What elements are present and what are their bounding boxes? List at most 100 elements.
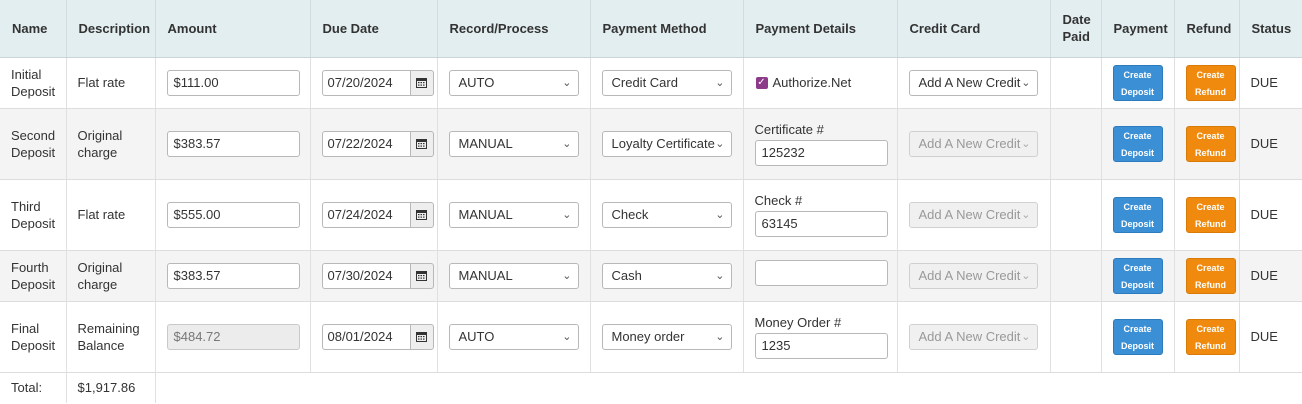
create-refund-button[interactable]: Create Refund	[1185, 257, 1236, 294]
create-deposit-button[interactable]: Create Deposit	[1112, 196, 1163, 233]
payment-details-input[interactable]	[754, 259, 888, 286]
payment-details-cell	[743, 250, 898, 302]
amount-input[interactable]: $383.57	[166, 262, 300, 289]
amount-cell: $555.00	[155, 179, 311, 251]
date-paid-cell	[1050, 179, 1102, 251]
credit-card-cell: Add A New Credit ⌄	[897, 108, 1051, 180]
date-paid-cell	[1050, 301, 1102, 373]
header-status: Status	[1239, 0, 1302, 58]
credit-card-value: Add A New Credit	[918, 328, 1021, 344]
header-date-paid: Date Paid	[1050, 0, 1102, 58]
chevron-down-icon: ⌄	[562, 208, 572, 221]
record-process-value: MANUAL	[458, 206, 513, 222]
record-process-select[interactable]: MANUAL ⌄	[448, 262, 579, 289]
row-name: Initial Deposit	[0, 57, 67, 109]
create-refund-button[interactable]: Create Refund	[1185, 318, 1236, 355]
chevron-down-icon: ⌄	[715, 137, 725, 150]
chevron-down-icon: ⌄	[1021, 76, 1031, 89]
due-date-cell: 07/24/2024	[310, 179, 438, 251]
due-date-picker[interactable]: 07/22/2024	[321, 130, 434, 157]
money-order-number-input[interactable]: 1235	[754, 333, 888, 359]
payment-method-select[interactable]: Money order ⌄	[601, 323, 732, 350]
table-row: Third Deposit Flat rate $555.00 07/24/202…	[0, 179, 1302, 251]
amount-input[interactable]: $111.00	[166, 69, 300, 96]
amount-input-readonly: $484.72	[166, 323, 300, 350]
due-date-input[interactable]: 07/30/2024	[321, 262, 410, 289]
row-name-line1: Third	[11, 198, 41, 214]
create-deposit-line2: Deposit	[1120, 279, 1154, 290]
create-deposit-button[interactable]: Create Deposit	[1112, 318, 1163, 355]
table-row: Second Deposit Original charge $383.57 07/…	[0, 108, 1302, 180]
due-date-picker[interactable]: 07/30/2024	[321, 262, 434, 289]
create-deposit-line2: Deposit	[1120, 218, 1154, 229]
amount-cell: $111.00	[155, 57, 311, 109]
credit-card-value: Add A New Credit	[918, 135, 1021, 151]
due-date-picker[interactable]: 07/24/2024	[321, 201, 434, 228]
authorize-net-checkbox[interactable]: ✓	[755, 76, 768, 89]
check-number-input[interactable]: 63145	[754, 211, 888, 237]
create-deposit-button[interactable]: Create Deposit	[1112, 64, 1163, 101]
create-deposit-line2: Deposit	[1120, 147, 1154, 158]
record-process-select[interactable]: AUTO ⌄	[448, 323, 579, 350]
credit-card-select: Add A New Credit ⌄	[908, 201, 1038, 228]
chevron-down-icon: ⌄	[1021, 269, 1031, 282]
payment-method-select[interactable]: Loyalty Certificate ⌄	[601, 130, 732, 157]
row-name-line2: Deposit	[11, 215, 56, 231]
row-description: Original charge	[66, 250, 156, 302]
create-refund-button[interactable]: Create Refund	[1185, 64, 1236, 101]
status-badge: DUE	[1239, 250, 1302, 302]
create-deposit-line1: Create	[1123, 262, 1152, 273]
create-refund-button[interactable]: Create Refund	[1185, 125, 1236, 162]
chevron-down-icon: ⌄	[715, 269, 725, 282]
row-description-line2: charge	[77, 144, 118, 160]
create-deposit-line2: Deposit	[1120, 86, 1154, 97]
payment-method-select[interactable]: Cash ⌄	[601, 262, 732, 289]
create-refund-button[interactable]: Create Refund	[1185, 196, 1236, 233]
date-paid-cell	[1050, 250, 1102, 302]
credit-card-select[interactable]: Add A New Credit ⌄	[908, 69, 1038, 96]
amount-cell: $484.72	[155, 301, 311, 373]
due-date-picker[interactable]: 07/20/2024	[321, 69, 434, 96]
payment-method-select[interactable]: Credit Card ⌄	[601, 69, 732, 96]
certificate-number-input[interactable]: 125232	[754, 140, 888, 166]
calendar-icon[interactable]	[409, 201, 434, 228]
create-refund-line2: Refund	[1195, 147, 1226, 158]
create-refund-line2: Refund	[1195, 279, 1226, 290]
create-deposit-line1: Create	[1123, 130, 1152, 141]
record-process-value: AUTO	[458, 328, 495, 344]
due-date-input[interactable]: 07/22/2024	[321, 130, 410, 157]
due-date-picker[interactable]: 08/01/2024	[321, 323, 434, 350]
create-deposit-line2: Deposit	[1120, 340, 1154, 351]
credit-card-value: Add A New Credit	[918, 267, 1021, 283]
calendar-icon[interactable]	[409, 130, 434, 157]
payment-details-cell: Check # 63145	[743, 179, 898, 251]
create-deposit-button[interactable]: Create Deposit	[1112, 257, 1163, 294]
calendar-icon[interactable]	[409, 69, 434, 96]
row-name: Second Deposit	[0, 108, 67, 180]
amount-input[interactable]: $555.00	[166, 201, 300, 228]
create-deposit-button[interactable]: Create Deposit	[1112, 125, 1163, 162]
record-process-value: MANUAL	[458, 267, 513, 283]
row-description: Original charge	[66, 108, 156, 180]
payment-method-select[interactable]: Check ⌄	[601, 201, 732, 228]
calendar-icon[interactable]	[409, 262, 434, 289]
status-badge: DUE	[1239, 108, 1302, 180]
due-date-input[interactable]: 07/20/2024	[321, 69, 410, 96]
create-deposit-line1: Create	[1123, 201, 1152, 212]
calendar-icon[interactable]	[409, 323, 434, 350]
row-description: Flat rate	[66, 179, 156, 251]
header-date-paid-line2: Paid	[1062, 29, 1090, 45]
payment-cell: Create Deposit	[1101, 301, 1175, 373]
row-name-line2: Deposit	[11, 276, 56, 292]
record-process-select[interactable]: AUTO ⌄	[448, 69, 579, 96]
due-date-input[interactable]: 07/24/2024	[321, 201, 410, 228]
record-process-cell: MANUAL ⌄	[437, 179, 591, 251]
record-process-select[interactable]: MANUAL ⌄	[448, 201, 579, 228]
header-credit-card: Credit Card	[897, 0, 1051, 58]
record-process-select[interactable]: MANUAL ⌄	[448, 130, 579, 157]
payment-cell: Create Deposit	[1101, 108, 1175, 180]
record-process-cell: MANUAL ⌄	[437, 250, 591, 302]
refund-cell: Create Refund	[1174, 57, 1240, 109]
due-date-input[interactable]: 08/01/2024	[321, 323, 410, 350]
amount-input[interactable]: $383.57	[166, 130, 300, 157]
